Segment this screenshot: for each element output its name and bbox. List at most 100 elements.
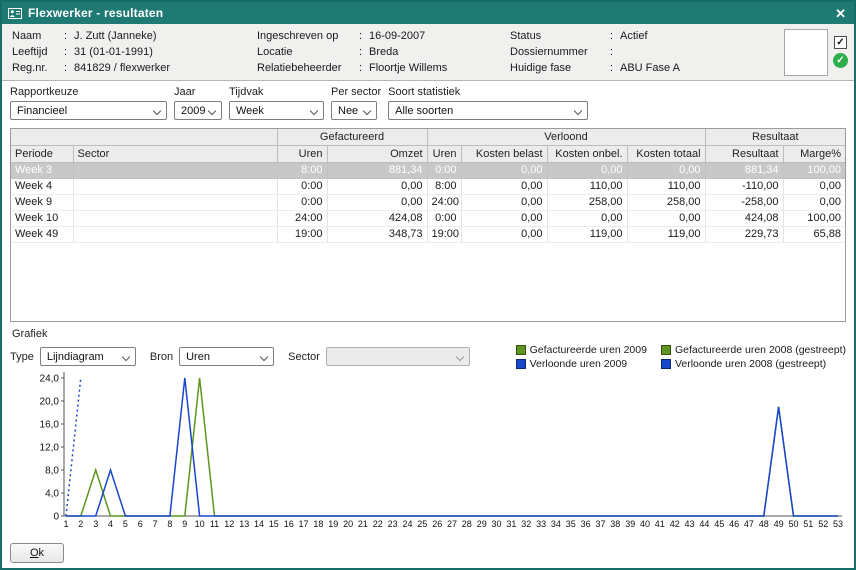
table-row[interactable]: Week 4919:00348,7319:000,00119,00119,002…: [11, 226, 845, 242]
table-cell: 24:00: [427, 194, 461, 210]
svg-text:53: 53: [833, 519, 843, 529]
legend-item: Gefactureerde uren 2008 (gestreept): [661, 344, 846, 356]
legend-label: Verloonde uren 2008 (gestreept): [675, 358, 826, 370]
table-row[interactable]: Week 40:000,008:000,00110,00110,00-110,0…: [11, 178, 845, 194]
table-cell: Week 3: [11, 162, 73, 178]
svg-text:11: 11: [210, 519, 219, 529]
svg-text:52: 52: [818, 519, 828, 529]
table-cell: Week 9: [11, 194, 73, 210]
svg-text:1: 1: [63, 519, 68, 529]
chart-type-dropdown[interactable]: Lijndiagram: [40, 347, 136, 366]
svg-text:2: 2: [78, 519, 83, 529]
legend-label: Gefactureerde uren 2009: [530, 344, 647, 356]
filter-soort-statistiek: Soort statistiek Alle soorten: [388, 86, 588, 120]
table-cell: 0,00: [461, 194, 547, 210]
per-sector-dropdown[interactable]: Nee: [331, 101, 377, 120]
header-checkbox[interactable]: ✓: [834, 36, 847, 49]
table-cell: 0,00: [627, 162, 705, 178]
leeftijd-value: 31 (01-01-1991): [74, 46, 153, 58]
column-header[interactable]: Omzet: [327, 145, 427, 162]
table-column-header-row: PeriodeSectorUrenOmzetUrenKosten belastK…: [11, 145, 845, 162]
svg-text:24,0: 24,0: [40, 374, 60, 385]
svg-text:35: 35: [566, 519, 576, 529]
jaar-label: Jaar: [174, 86, 222, 98]
column-header[interactable]: Sector: [73, 145, 277, 162]
column-header[interactable]: Resultaat: [705, 145, 783, 162]
close-icon[interactable]: ✕: [835, 7, 846, 20]
svg-text:42: 42: [670, 519, 680, 529]
svg-text:40: 40: [640, 519, 650, 529]
field-label: Reg.nr.: [12, 62, 64, 74]
field-label: Naam: [12, 30, 64, 42]
table-cell: 8:00: [277, 162, 327, 178]
column-header[interactable]: Periode: [11, 145, 73, 162]
table-cell: 0,00: [783, 178, 845, 194]
svg-text:6: 6: [138, 519, 143, 529]
table-cell: 0,00: [327, 178, 427, 194]
info-column-2: Ingeschreven op:16-09-2007 Locatie:Breda…: [257, 28, 510, 76]
legend-label: Verloonde uren 2009: [530, 358, 628, 370]
svg-text:48: 48: [759, 519, 769, 529]
rapportkeuze-label: Rapportkeuze: [10, 86, 167, 98]
svg-text:5: 5: [123, 519, 128, 529]
column-header[interactable]: Kosten belast: [461, 145, 547, 162]
rapportkeuze-dropdown[interactable]: Financieel: [10, 101, 167, 120]
table-cell: [73, 178, 277, 194]
svg-text:16,0: 16,0: [40, 420, 60, 431]
legend-item: Gefactureerde uren 2009: [516, 344, 647, 356]
ok-button[interactable]: Ok: [10, 543, 64, 563]
table-cell: 258,00: [627, 194, 705, 210]
column-header[interactable]: Marge%: [783, 145, 845, 162]
report-filter-bar: Rapportkeuze Financieel Jaar 2009 Tijdva…: [2, 81, 854, 128]
svg-text:51: 51: [803, 519, 813, 529]
svg-text:20,0: 20,0: [40, 397, 60, 408]
results-table-container: GefactureerdVerloondResultaat PeriodeSec…: [10, 128, 846, 322]
svg-text:29: 29: [477, 519, 487, 529]
type-label: Type: [10, 351, 34, 363]
table-cell: 0,00: [547, 162, 627, 178]
svg-text:17: 17: [298, 519, 308, 529]
svg-text:27: 27: [447, 519, 457, 529]
active-check-icon: ✓: [833, 53, 848, 68]
svg-text:38: 38: [610, 519, 620, 529]
bron-dropdown[interactable]: Uren: [179, 347, 274, 366]
column-header[interactable]: Kosten onbel.: [547, 145, 627, 162]
table-row[interactable]: Week 1024:00424,080:000,000,000,00424,08…: [11, 210, 845, 226]
svg-text:7: 7: [153, 519, 158, 529]
table-cell: 258,00: [547, 194, 627, 210]
table-cell: [73, 194, 277, 210]
huidige-fase-value: ABU Fase A: [620, 62, 680, 74]
table-row[interactable]: Week 90:000,0024:000,00258,00258,00-258,…: [11, 194, 845, 210]
table-cell: 110,00: [627, 178, 705, 194]
grafiek-section-label: Grafiek: [12, 328, 854, 340]
chart-area: 04,08,012,016,020,024,012345678910111213…: [2, 370, 854, 537]
field-label: Leeftijd: [12, 46, 64, 58]
table-cell: Week 49: [11, 226, 73, 242]
results-table: GefactureerdVerloondResultaat PeriodeSec…: [11, 129, 845, 243]
svg-text:25: 25: [417, 519, 427, 529]
svg-text:39: 39: [625, 519, 635, 529]
column-header[interactable]: Uren: [427, 145, 461, 162]
table-cell: 0:00: [277, 194, 327, 210]
line-chart: 04,08,012,016,020,024,012345678910111213…: [10, 372, 846, 532]
tijdvak-dropdown[interactable]: Week: [229, 101, 324, 120]
table-cell: 0,00: [461, 210, 547, 226]
jaar-dropdown[interactable]: 2009: [174, 101, 222, 120]
svg-text:8,0: 8,0: [45, 466, 59, 477]
status-value: Actief: [620, 30, 648, 42]
table-row[interactable]: Week 38:00881,340:000,000,000,00881,3410…: [11, 162, 845, 178]
sector-dropdown: [326, 347, 470, 366]
table-cell: Week 10: [11, 210, 73, 226]
soort-statistiek-dropdown[interactable]: Alle soorten: [388, 101, 588, 120]
table-cell: -258,00: [705, 194, 783, 210]
legend-item: Verloonde uren 2008 (gestreept): [661, 358, 846, 370]
column-header[interactable]: Uren: [277, 145, 327, 162]
svg-text:28: 28: [462, 519, 472, 529]
column-header[interactable]: Kosten totaal: [627, 145, 705, 162]
svg-text:41: 41: [655, 519, 665, 529]
table-cell: 229,73: [705, 226, 783, 242]
status-flags: ✓ ✓: [833, 28, 848, 76]
table-cell: 19:00: [427, 226, 461, 242]
field-label: Relatiebeheerder: [257, 62, 359, 74]
svg-text:18: 18: [313, 519, 323, 529]
